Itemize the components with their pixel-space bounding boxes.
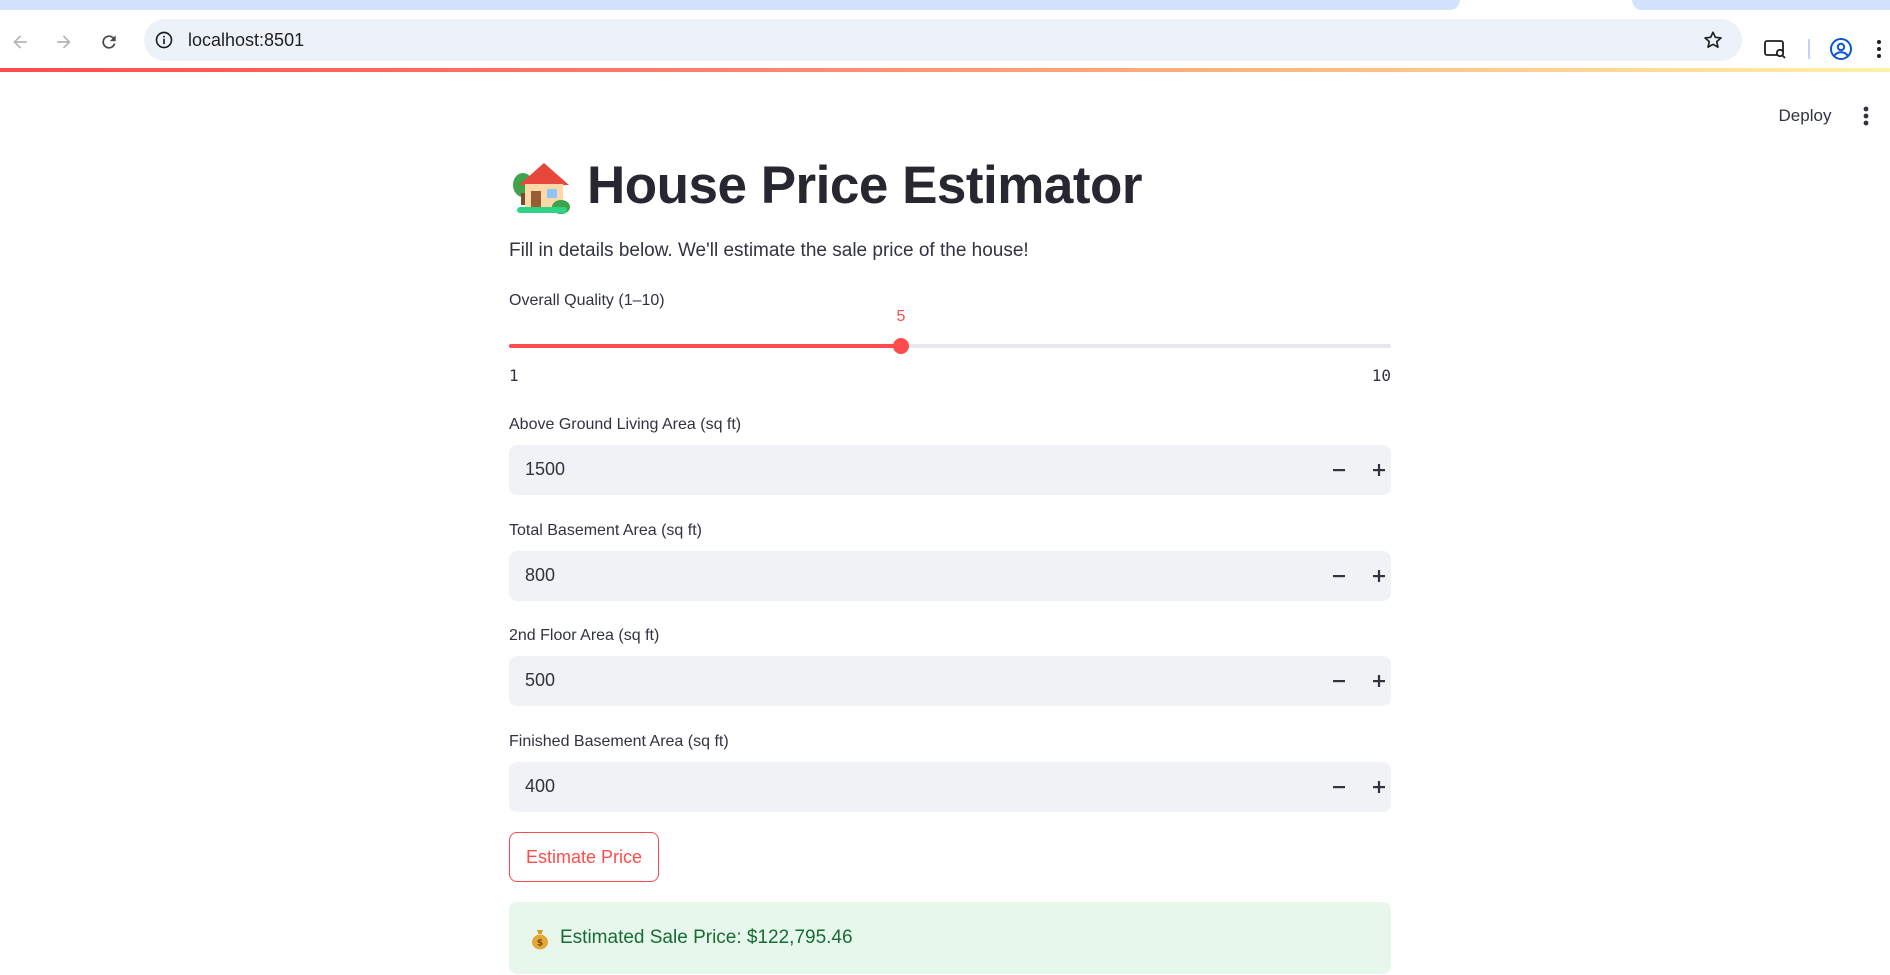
forward-button[interactable] [50,28,78,56]
second-floor-area-value[interactable]: 500 [525,670,555,691]
browser-tab-inactive[interactable] [0,0,1460,10]
result-success-alert: $ Estimated Sale Price: $122,795.46 [509,902,1391,974]
slider-track[interactable] [509,344,1391,348]
minus-icon [1333,680,1345,683]
estimate-price-button[interactable]: Estimate Price [509,832,659,882]
browser-toolbar: localhost:8501 [0,10,1890,70]
address-bar[interactable]: localhost:8501 [144,19,1742,61]
increment-button[interactable] [1367,564,1391,588]
minus-icon [1333,575,1345,578]
deploy-button[interactable]: Deploy [1770,100,1840,132]
bookmark-star-icon[interactable] [1702,29,1724,51]
decrement-button[interactable] [1327,775,1351,799]
living-area-value[interactable]: 1500 [525,459,565,480]
quality-slider[interactable]: 5 1 10 [509,308,1391,398]
increment-button[interactable] [1367,669,1391,693]
slider-thumb[interactable] [893,338,909,354]
tab-search-icon[interactable] [1763,37,1787,61]
url-text[interactable]: localhost:8501 [188,30,304,51]
browser-tab-inactive[interactable] [1632,0,1890,10]
money-bag-icon: $ [532,930,548,950]
arrow-left-icon [13,35,27,49]
second-floor-area-label: 2nd Floor Area (sq ft) [509,627,660,644]
increment-button[interactable] [1367,458,1391,482]
finished-basement-area-value[interactable]: 400 [525,776,555,797]
minus-icon [1333,786,1345,789]
app-menu-icon[interactable] [1856,104,1876,128]
estimated-price-text: Estimated Sale Price: $122,795.46 [560,927,853,948]
browser-tabstrip [0,0,1890,10]
browser-menu-icon[interactable] [1872,37,1886,61]
page-title: House Price Estimator [509,150,1143,220]
slider-min-label: 1 [509,366,519,385]
second-floor-area-input[interactable]: 500 [509,656,1391,706]
slider-value: 5 [896,308,906,325]
slider-fill [509,344,901,348]
site-info-icon[interactable] [154,30,174,50]
finished-basement-area-label: Finished Basement Area (sq ft) [509,733,729,750]
decrement-button[interactable] [1327,669,1351,693]
plus-icon [1373,464,1385,476]
living-area-label: Above Ground Living Area (sq ft) [509,416,742,433]
plus-icon [1373,570,1385,582]
profile-icon[interactable] [1829,37,1853,61]
basement-area-value[interactable]: 800 [525,565,555,586]
back-button[interactable] [6,28,34,56]
house-with-garden-icon [513,163,570,214]
reload-icon [102,35,116,49]
increment-button[interactable] [1367,775,1391,799]
toolbar-divider [1808,39,1810,59]
basement-area-input[interactable]: 800 [509,551,1391,601]
reload-button[interactable] [95,28,123,56]
decrement-button[interactable] [1327,458,1351,482]
minus-icon [1333,469,1345,472]
basement-area-label: Total Basement Area (sq ft) [509,522,702,539]
slider-max-label: 10 [1371,366,1391,385]
finished-basement-area-input[interactable]: 400 [509,762,1391,812]
decrement-button[interactable] [1327,564,1351,588]
page-title-text: House Price Estimator [587,155,1143,215]
plus-icon [1373,781,1385,793]
arrow-right-icon [57,35,71,49]
plus-icon [1373,675,1385,687]
page-subtitle: Fill in details below. We'll estimate th… [509,240,1029,261]
living-area-input[interactable]: 1500 [509,445,1391,495]
app-status-decoration [0,68,1890,72]
svg-text:$: $ [537,939,543,949]
